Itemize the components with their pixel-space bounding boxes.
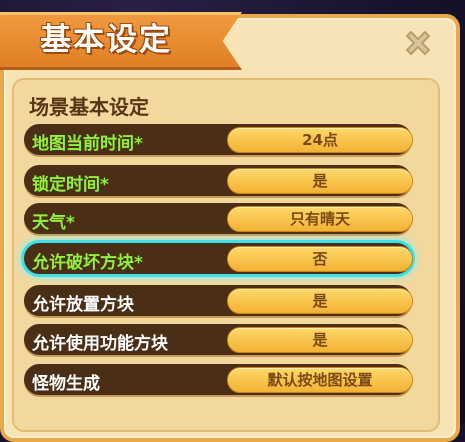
setting-value-button[interactable]: 是: [227, 288, 413, 314]
setting-value-button[interactable]: 是: [227, 168, 413, 194]
setting-row-map-time: 地图当前时间* 24点: [24, 124, 413, 155]
setting-row-lock-time: 锁定时间* 是: [24, 165, 413, 196]
dialog-title: 基本设定: [40, 22, 172, 58]
setting-label: 允许放置方块: [32, 295, 134, 315]
setting-label: 地图当前时间*: [32, 134, 143, 154]
setting-row-allow-place: 允许放置方块 是: [24, 285, 413, 316]
section-title: 场景基本设定: [29, 95, 149, 119]
setting-row-weather: 天气* 只有晴天: [24, 203, 413, 234]
setting-label: 天气*: [32, 213, 75, 233]
setting-label: 允许使用功能方块: [32, 334, 168, 354]
setting-value-button[interactable]: 否: [227, 246, 413, 272]
close-x-icon: [406, 31, 430, 55]
setting-value-button[interactable]: 是: [227, 327, 413, 353]
setting-value-button[interactable]: 只有晴天: [227, 206, 413, 232]
setting-row-allow-functional: 允许使用功能方块 是: [24, 324, 413, 355]
setting-label: 允许破坏方块*: [32, 253, 143, 273]
setting-value-button[interactable]: 24点: [227, 127, 413, 153]
setting-value-button[interactable]: 默认按地图设置: [227, 367, 413, 393]
setting-label: 怪物生成: [32, 374, 100, 394]
close-button[interactable]: [398, 23, 438, 63]
setting-label: 锁定时间*: [32, 175, 109, 195]
setting-row-monster-spawn: 怪物生成 默认按地图设置: [24, 364, 413, 395]
setting-row-allow-break: 允许破坏方块* 否: [24, 243, 413, 274]
